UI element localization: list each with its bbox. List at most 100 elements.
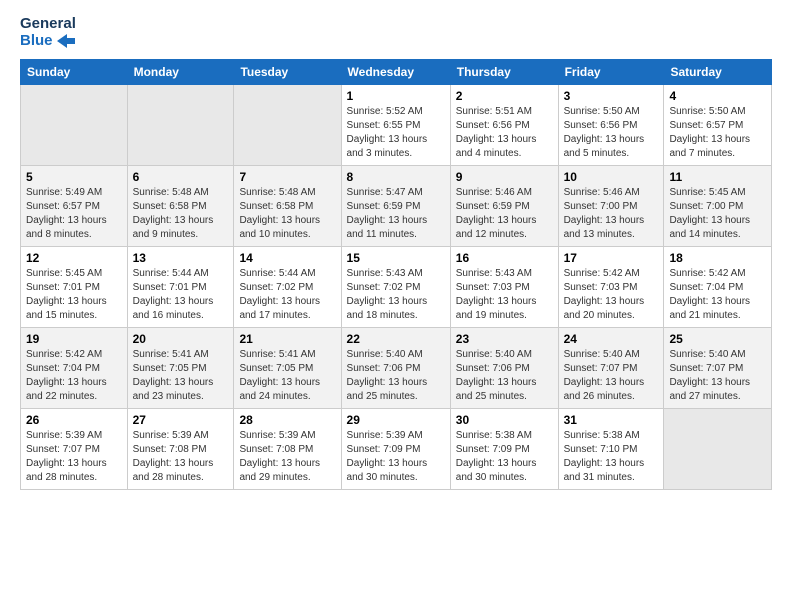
calendar-week-5: 26 Sunrise: 5:39 AMSunset: 7:07 PMDaylig… <box>21 409 772 490</box>
calendar-cell <box>127 85 234 166</box>
day-info: Sunrise: 5:43 AMSunset: 7:03 PMDaylight:… <box>456 268 537 321</box>
calendar-table: SundayMondayTuesdayWednesdayThursdayFrid… <box>20 59 772 490</box>
calendar-cell: 26 Sunrise: 5:39 AMSunset: 7:07 PMDaylig… <box>21 409 128 490</box>
day-number: 7 <box>239 170 335 184</box>
day-number: 4 <box>669 89 766 103</box>
day-info: Sunrise: 5:42 AMSunset: 7:04 PMDaylight:… <box>26 349 107 402</box>
day-info: Sunrise: 5:52 AMSunset: 6:55 PMDaylight:… <box>347 106 428 159</box>
weekday-header-sunday: Sunday <box>21 60 128 85</box>
day-number: 1 <box>347 89 445 103</box>
day-info: Sunrise: 5:45 AMSunset: 7:01 PMDaylight:… <box>26 268 107 321</box>
calendar-cell: 18 Sunrise: 5:42 AMSunset: 7:04 PMDaylig… <box>664 247 772 328</box>
calendar-cell: 30 Sunrise: 5:38 AMSunset: 7:09 PMDaylig… <box>450 409 558 490</box>
day-info: Sunrise: 5:49 AMSunset: 6:57 PMDaylight:… <box>26 187 107 240</box>
day-info: Sunrise: 5:40 AMSunset: 7:07 PMDaylight:… <box>669 349 750 402</box>
calendar-cell: 14 Sunrise: 5:44 AMSunset: 7:02 PMDaylig… <box>234 247 341 328</box>
logo-arrow-icon <box>57 34 75 48</box>
day-number: 12 <box>26 251 122 265</box>
calendar-cell: 28 Sunrise: 5:39 AMSunset: 7:08 PMDaylig… <box>234 409 341 490</box>
weekday-header-row: SundayMondayTuesdayWednesdayThursdayFrid… <box>21 60 772 85</box>
day-info: Sunrise: 5:40 AMSunset: 7:06 PMDaylight:… <box>456 349 537 402</box>
day-number: 14 <box>239 251 335 265</box>
day-info: Sunrise: 5:39 AMSunset: 7:07 PMDaylight:… <box>26 430 107 483</box>
day-number: 5 <box>26 170 122 184</box>
day-number: 26 <box>26 413 122 427</box>
day-info: Sunrise: 5:38 AMSunset: 7:10 PMDaylight:… <box>564 430 645 483</box>
weekday-header-thursday: Thursday <box>450 60 558 85</box>
day-number: 21 <box>239 332 335 346</box>
day-number: 6 <box>133 170 229 184</box>
day-info: Sunrise: 5:44 AMSunset: 7:01 PMDaylight:… <box>133 268 214 321</box>
calendar-cell: 21 Sunrise: 5:41 AMSunset: 7:05 PMDaylig… <box>234 328 341 409</box>
calendar-cell: 29 Sunrise: 5:39 AMSunset: 7:09 PMDaylig… <box>341 409 450 490</box>
calendar-cell <box>664 409 772 490</box>
day-info: Sunrise: 5:39 AMSunset: 7:08 PMDaylight:… <box>133 430 214 483</box>
day-number: 31 <box>564 413 659 427</box>
calendar-cell: 10 Sunrise: 5:46 AMSunset: 7:00 PMDaylig… <box>558 166 664 247</box>
calendar-cell: 12 Sunrise: 5:45 AMSunset: 7:01 PMDaylig… <box>21 247 128 328</box>
day-number: 16 <box>456 251 553 265</box>
calendar-cell: 19 Sunrise: 5:42 AMSunset: 7:04 PMDaylig… <box>21 328 128 409</box>
calendar-cell: 17 Sunrise: 5:42 AMSunset: 7:03 PMDaylig… <box>558 247 664 328</box>
calendar-cell: 8 Sunrise: 5:47 AMSunset: 6:59 PMDayligh… <box>341 166 450 247</box>
day-number: 11 <box>669 170 766 184</box>
day-number: 9 <box>456 170 553 184</box>
calendar-week-4: 19 Sunrise: 5:42 AMSunset: 7:04 PMDaylig… <box>21 328 772 409</box>
day-info: Sunrise: 5:43 AMSunset: 7:02 PMDaylight:… <box>347 268 428 321</box>
day-info: Sunrise: 5:47 AMSunset: 6:59 PMDaylight:… <box>347 187 428 240</box>
day-info: Sunrise: 5:41 AMSunset: 7:05 PMDaylight:… <box>133 349 214 402</box>
calendar-cell: 31 Sunrise: 5:38 AMSunset: 7:10 PMDaylig… <box>558 409 664 490</box>
weekday-header-saturday: Saturday <box>664 60 772 85</box>
day-info: Sunrise: 5:42 AMSunset: 7:04 PMDaylight:… <box>669 268 750 321</box>
calendar-cell: 6 Sunrise: 5:48 AMSunset: 6:58 PMDayligh… <box>127 166 234 247</box>
calendar-cell: 27 Sunrise: 5:39 AMSunset: 7:08 PMDaylig… <box>127 409 234 490</box>
calendar-cell: 24 Sunrise: 5:40 AMSunset: 7:07 PMDaylig… <box>558 328 664 409</box>
day-number: 15 <box>347 251 445 265</box>
day-info: Sunrise: 5:40 AMSunset: 7:06 PMDaylight:… <box>347 349 428 402</box>
day-info: Sunrise: 5:46 AMSunset: 7:00 PMDaylight:… <box>564 187 645 240</box>
day-number: 25 <box>669 332 766 346</box>
day-number: 27 <box>133 413 229 427</box>
day-number: 8 <box>347 170 445 184</box>
day-number: 23 <box>456 332 553 346</box>
day-info: Sunrise: 5:50 AMSunset: 6:57 PMDaylight:… <box>669 106 750 159</box>
weekday-header-wednesday: Wednesday <box>341 60 450 85</box>
day-info: Sunrise: 5:44 AMSunset: 7:02 PMDaylight:… <box>239 268 320 321</box>
calendar-cell: 20 Sunrise: 5:41 AMSunset: 7:05 PMDaylig… <box>127 328 234 409</box>
calendar-cell: 23 Sunrise: 5:40 AMSunset: 7:06 PMDaylig… <box>450 328 558 409</box>
weekday-header-tuesday: Tuesday <box>234 60 341 85</box>
day-number: 18 <box>669 251 766 265</box>
day-info: Sunrise: 5:39 AMSunset: 7:08 PMDaylight:… <box>239 430 320 483</box>
day-info: Sunrise: 5:41 AMSunset: 7:05 PMDaylight:… <box>239 349 320 402</box>
calendar-cell <box>21 85 128 166</box>
day-info: Sunrise: 5:51 AMSunset: 6:56 PMDaylight:… <box>456 106 537 159</box>
calendar-week-2: 5 Sunrise: 5:49 AMSunset: 6:57 PMDayligh… <box>21 166 772 247</box>
day-info: Sunrise: 5:50 AMSunset: 6:56 PMDaylight:… <box>564 106 645 159</box>
calendar-cell: 1 Sunrise: 5:52 AMSunset: 6:55 PMDayligh… <box>341 85 450 166</box>
page-header: General Blue <box>20 16 772 49</box>
calendar-cell: 5 Sunrise: 5:49 AMSunset: 6:57 PMDayligh… <box>21 166 128 247</box>
calendar-week-1: 1 Sunrise: 5:52 AMSunset: 6:55 PMDayligh… <box>21 85 772 166</box>
calendar-week-3: 12 Sunrise: 5:45 AMSunset: 7:01 PMDaylig… <box>21 247 772 328</box>
day-info: Sunrise: 5:48 AMSunset: 6:58 PMDaylight:… <box>133 187 214 240</box>
day-number: 3 <box>564 89 659 103</box>
day-info: Sunrise: 5:39 AMSunset: 7:09 PMDaylight:… <box>347 430 428 483</box>
day-number: 30 <box>456 413 553 427</box>
day-number: 10 <box>564 170 659 184</box>
calendar-cell: 3 Sunrise: 5:50 AMSunset: 6:56 PMDayligh… <box>558 85 664 166</box>
day-number: 2 <box>456 89 553 103</box>
day-number: 29 <box>347 413 445 427</box>
day-number: 13 <box>133 251 229 265</box>
day-info: Sunrise: 5:48 AMSunset: 6:58 PMDaylight:… <box>239 187 320 240</box>
calendar-cell: 15 Sunrise: 5:43 AMSunset: 7:02 PMDaylig… <box>341 247 450 328</box>
weekday-header-monday: Monday <box>127 60 234 85</box>
day-info: Sunrise: 5:42 AMSunset: 7:03 PMDaylight:… <box>564 268 645 321</box>
calendar-cell: 16 Sunrise: 5:43 AMSunset: 7:03 PMDaylig… <box>450 247 558 328</box>
calendar-cell: 11 Sunrise: 5:45 AMSunset: 7:00 PMDaylig… <box>664 166 772 247</box>
day-number: 17 <box>564 251 659 265</box>
calendar-cell: 2 Sunrise: 5:51 AMSunset: 6:56 PMDayligh… <box>450 85 558 166</box>
calendar-cell: 4 Sunrise: 5:50 AMSunset: 6:57 PMDayligh… <box>664 85 772 166</box>
logo-text: General Blue <box>20 16 76 49</box>
day-number: 24 <box>564 332 659 346</box>
day-info: Sunrise: 5:40 AMSunset: 7:07 PMDaylight:… <box>564 349 645 402</box>
